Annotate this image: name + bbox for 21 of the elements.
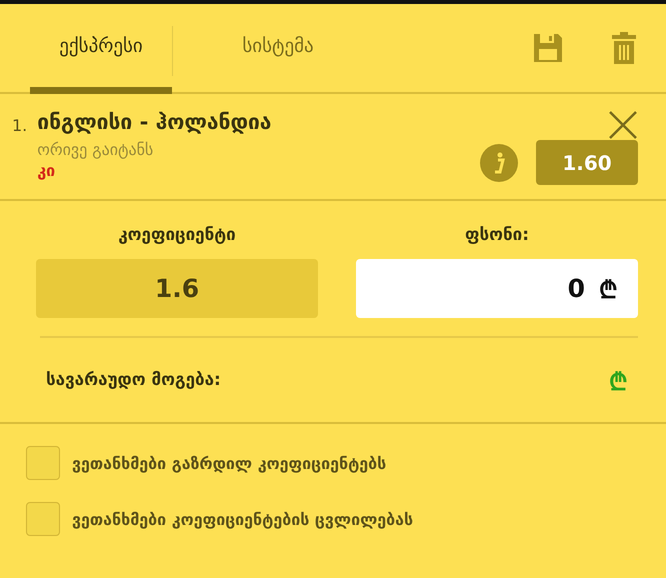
coefficient-value: 1.6 <box>36 259 318 318</box>
odds-badge: 1.60 <box>536 140 638 185</box>
currency-sign: ₾ <box>609 366 628 396</box>
tab[interactable]: ექსპრესი <box>30 4 172 94</box>
close-icon[interactable] <box>608 110 638 140</box>
bet-pick: კი <box>37 161 56 180</box>
bet-number: 1. <box>12 115 28 137</box>
stake-label: ფსონი: <box>464 225 530 245</box>
currency-sign: ₾ <box>599 275 618 305</box>
match-title: ინგლისი - ჰოლანდია <box>37 110 272 134</box>
tab[interactable]: სისტემა <box>207 4 349 94</box>
stake-value: 0 <box>568 274 585 303</box>
info-icon[interactable] <box>480 144 518 182</box>
market-name: ორივე გაიტანს <box>37 140 154 159</box>
checkbox[interactable] <box>26 446 60 480</box>
coefficient-label: კოეფიციენტი <box>117 225 237 245</box>
checkbox[interactable] <box>26 502 60 536</box>
potential-win-label: სავარაუდო მოგება: <box>46 370 221 390</box>
checkbox-label: ვეთანხმები გაზრდილ კოეფიციენტებს <box>72 454 386 472</box>
checkbox-label: ვეთანხმები კოეფიციენტების ცვლილებას <box>72 510 414 528</box>
stake-field[interactable]: 0 ₾ <box>356 259 638 318</box>
